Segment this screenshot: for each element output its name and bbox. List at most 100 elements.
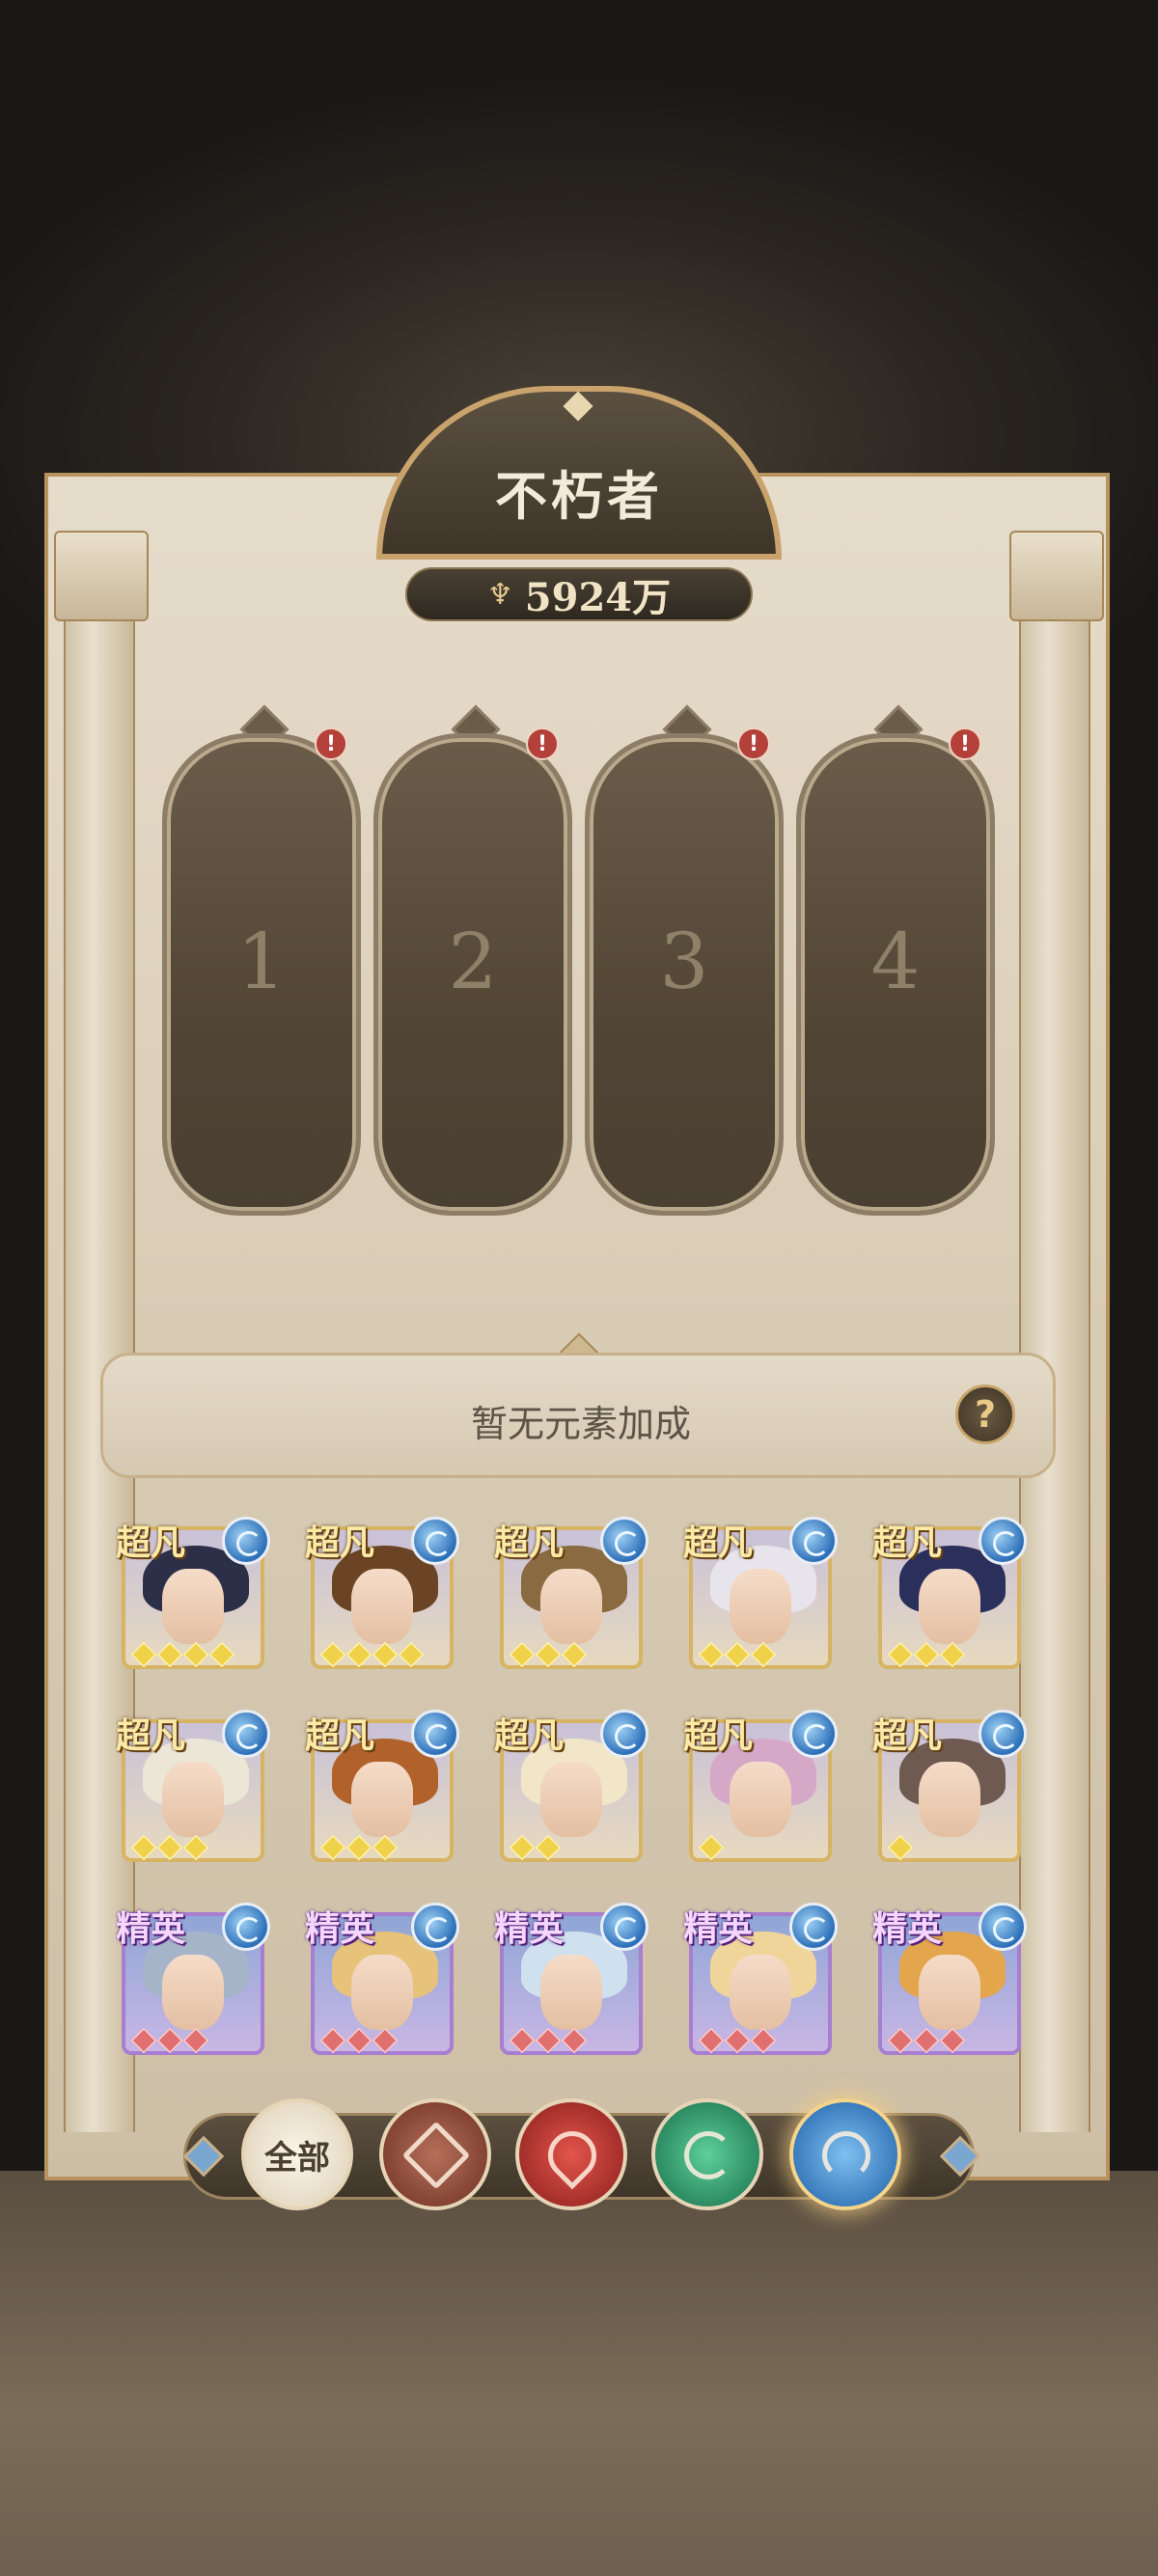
- hero-card[interactable]: 超凡: [305, 1708, 459, 1867]
- star-icon: [750, 2027, 777, 2054]
- star-icon: [887, 2027, 914, 2054]
- star-icon: [156, 1641, 183, 1668]
- hero-card[interactable]: 超凡: [305, 1515, 459, 1674]
- star-icon: [698, 1834, 725, 1861]
- alert-icon: !: [526, 727, 559, 760]
- hero-stars: [698, 1834, 725, 1861]
- hero-stars: [130, 2027, 209, 2054]
- hero-face: [351, 1569, 413, 1644]
- water-element-icon: [789, 1903, 838, 1951]
- star-icon: [372, 2027, 399, 2054]
- hero-card[interactable]: 精英: [872, 1901, 1027, 2055]
- hero-stars: [130, 1834, 209, 1861]
- hero-face: [540, 1762, 602, 1837]
- hero-rarity-label: 精英: [116, 1909, 186, 1949]
- filter-all-button[interactable]: 全部: [241, 2098, 353, 2210]
- star-icon: [724, 1641, 751, 1668]
- hero-stars: [319, 2027, 399, 2054]
- hero-rarity-label: 超凡: [494, 1716, 565, 1756]
- hero-rarity-label: 精英: [683, 1909, 754, 1949]
- help-button[interactable]: ?: [955, 1384, 1015, 1444]
- hero-rarity-label: 超凡: [116, 1523, 186, 1563]
- hero-stars: [887, 1834, 914, 1861]
- hero-card[interactable]: 超凡: [494, 1515, 648, 1674]
- star-icon: [372, 1834, 399, 1861]
- power-bar: ♆ 5924万: [405, 567, 753, 621]
- trident-icon: ♆: [486, 577, 513, 612]
- hero-face: [730, 1955, 791, 2030]
- wind-element-icon: [684, 2131, 732, 2179]
- star-icon: [887, 1641, 914, 1668]
- hero-rarity-label: 精英: [494, 1909, 565, 1949]
- star-icon: [319, 1834, 346, 1861]
- hero-card[interactable]: 超凡: [872, 1708, 1027, 1867]
- slot-number: 4: [870, 917, 921, 1006]
- water-element-icon: [600, 1517, 648, 1565]
- hero-rarity-label: 超凡: [305, 1523, 375, 1563]
- hero-face: [540, 1569, 602, 1644]
- filter-wind-button[interactable]: [651, 2098, 763, 2210]
- alert-icon: !: [737, 727, 770, 760]
- hero-card[interactable]: 超凡: [683, 1708, 838, 1867]
- star-icon: [319, 1641, 346, 1668]
- hero-face: [351, 1955, 413, 2030]
- alert-icon: !: [315, 727, 347, 760]
- team-slot-1[interactable]: 1 !: [162, 704, 361, 1216]
- hero-face: [540, 1955, 602, 2030]
- hero-card[interactable]: 精英: [305, 1901, 459, 2055]
- hero-face: [919, 1762, 980, 1837]
- hero-card[interactable]: 超凡: [872, 1515, 1027, 1674]
- hero-stars: [509, 1834, 562, 1861]
- star-icon: [561, 1641, 588, 1668]
- water-element-icon: [789, 1517, 838, 1565]
- star-icon: [535, 1641, 562, 1668]
- star-icon: [939, 1641, 966, 1668]
- slot-number: 1: [236, 917, 287, 1006]
- hero-face: [919, 1569, 980, 1644]
- hero-rarity-label: 超凡: [305, 1716, 375, 1756]
- hero-card[interactable]: 超凡: [683, 1515, 838, 1674]
- hero-card[interactable]: 精英: [683, 1901, 838, 2055]
- hero-card[interactable]: 精英: [494, 1901, 648, 2055]
- hero-stars: [319, 1834, 399, 1861]
- hero-card[interactable]: 超凡: [116, 1708, 270, 1867]
- water-element-icon: [411, 1517, 459, 1565]
- filter-water-button[interactable]: [789, 2098, 901, 2210]
- star-icon: [887, 1834, 914, 1861]
- water-element-icon: [789, 1710, 838, 1758]
- hero-rarity-label: 超凡: [872, 1523, 943, 1563]
- hero-stars: [698, 1641, 777, 1668]
- water-element-icon: [979, 1517, 1027, 1565]
- element-bonus-text: 暂无元素加成: [470, 1403, 691, 1445]
- star-icon: [939, 2027, 966, 2054]
- star-icon: [319, 2027, 346, 2054]
- hero-rarity-label: 精英: [872, 1909, 943, 1949]
- star-icon: [750, 1641, 777, 1668]
- filter-earth-button[interactable]: [379, 2098, 491, 2210]
- hero-face: [919, 1955, 980, 2030]
- pillar-cap: [54, 531, 149, 621]
- team-slot-3[interactable]: 3 !: [585, 704, 784, 1216]
- team-slot-4[interactable]: 4 !: [796, 704, 995, 1216]
- water-element-icon: [222, 1517, 270, 1565]
- star-icon: [724, 2027, 751, 2054]
- star-icon: [561, 2027, 588, 2054]
- star-icon: [398, 1641, 425, 1668]
- filter-fire-button[interactable]: [515, 2098, 627, 2210]
- water-element-icon: [600, 1710, 648, 1758]
- alert-icon: !: [949, 727, 981, 760]
- hero-stars: [698, 2027, 777, 2054]
- star-icon: [509, 1834, 536, 1861]
- star-icon: [698, 2027, 725, 2054]
- hero-card[interactable]: 超凡: [494, 1708, 648, 1867]
- star-icon: [156, 1834, 183, 1861]
- hero-stars: [509, 1641, 588, 1668]
- star-icon: [345, 1641, 372, 1668]
- hero-card[interactable]: 精英: [116, 1901, 270, 2055]
- hero-card[interactable]: 超凡: [116, 1515, 270, 1674]
- star-icon: [913, 1641, 940, 1668]
- hero-stars: [319, 1641, 425, 1668]
- team-slot-2[interactable]: 2 !: [373, 704, 572, 1216]
- water-element-icon: [411, 1710, 459, 1758]
- hero-face: [162, 1762, 224, 1837]
